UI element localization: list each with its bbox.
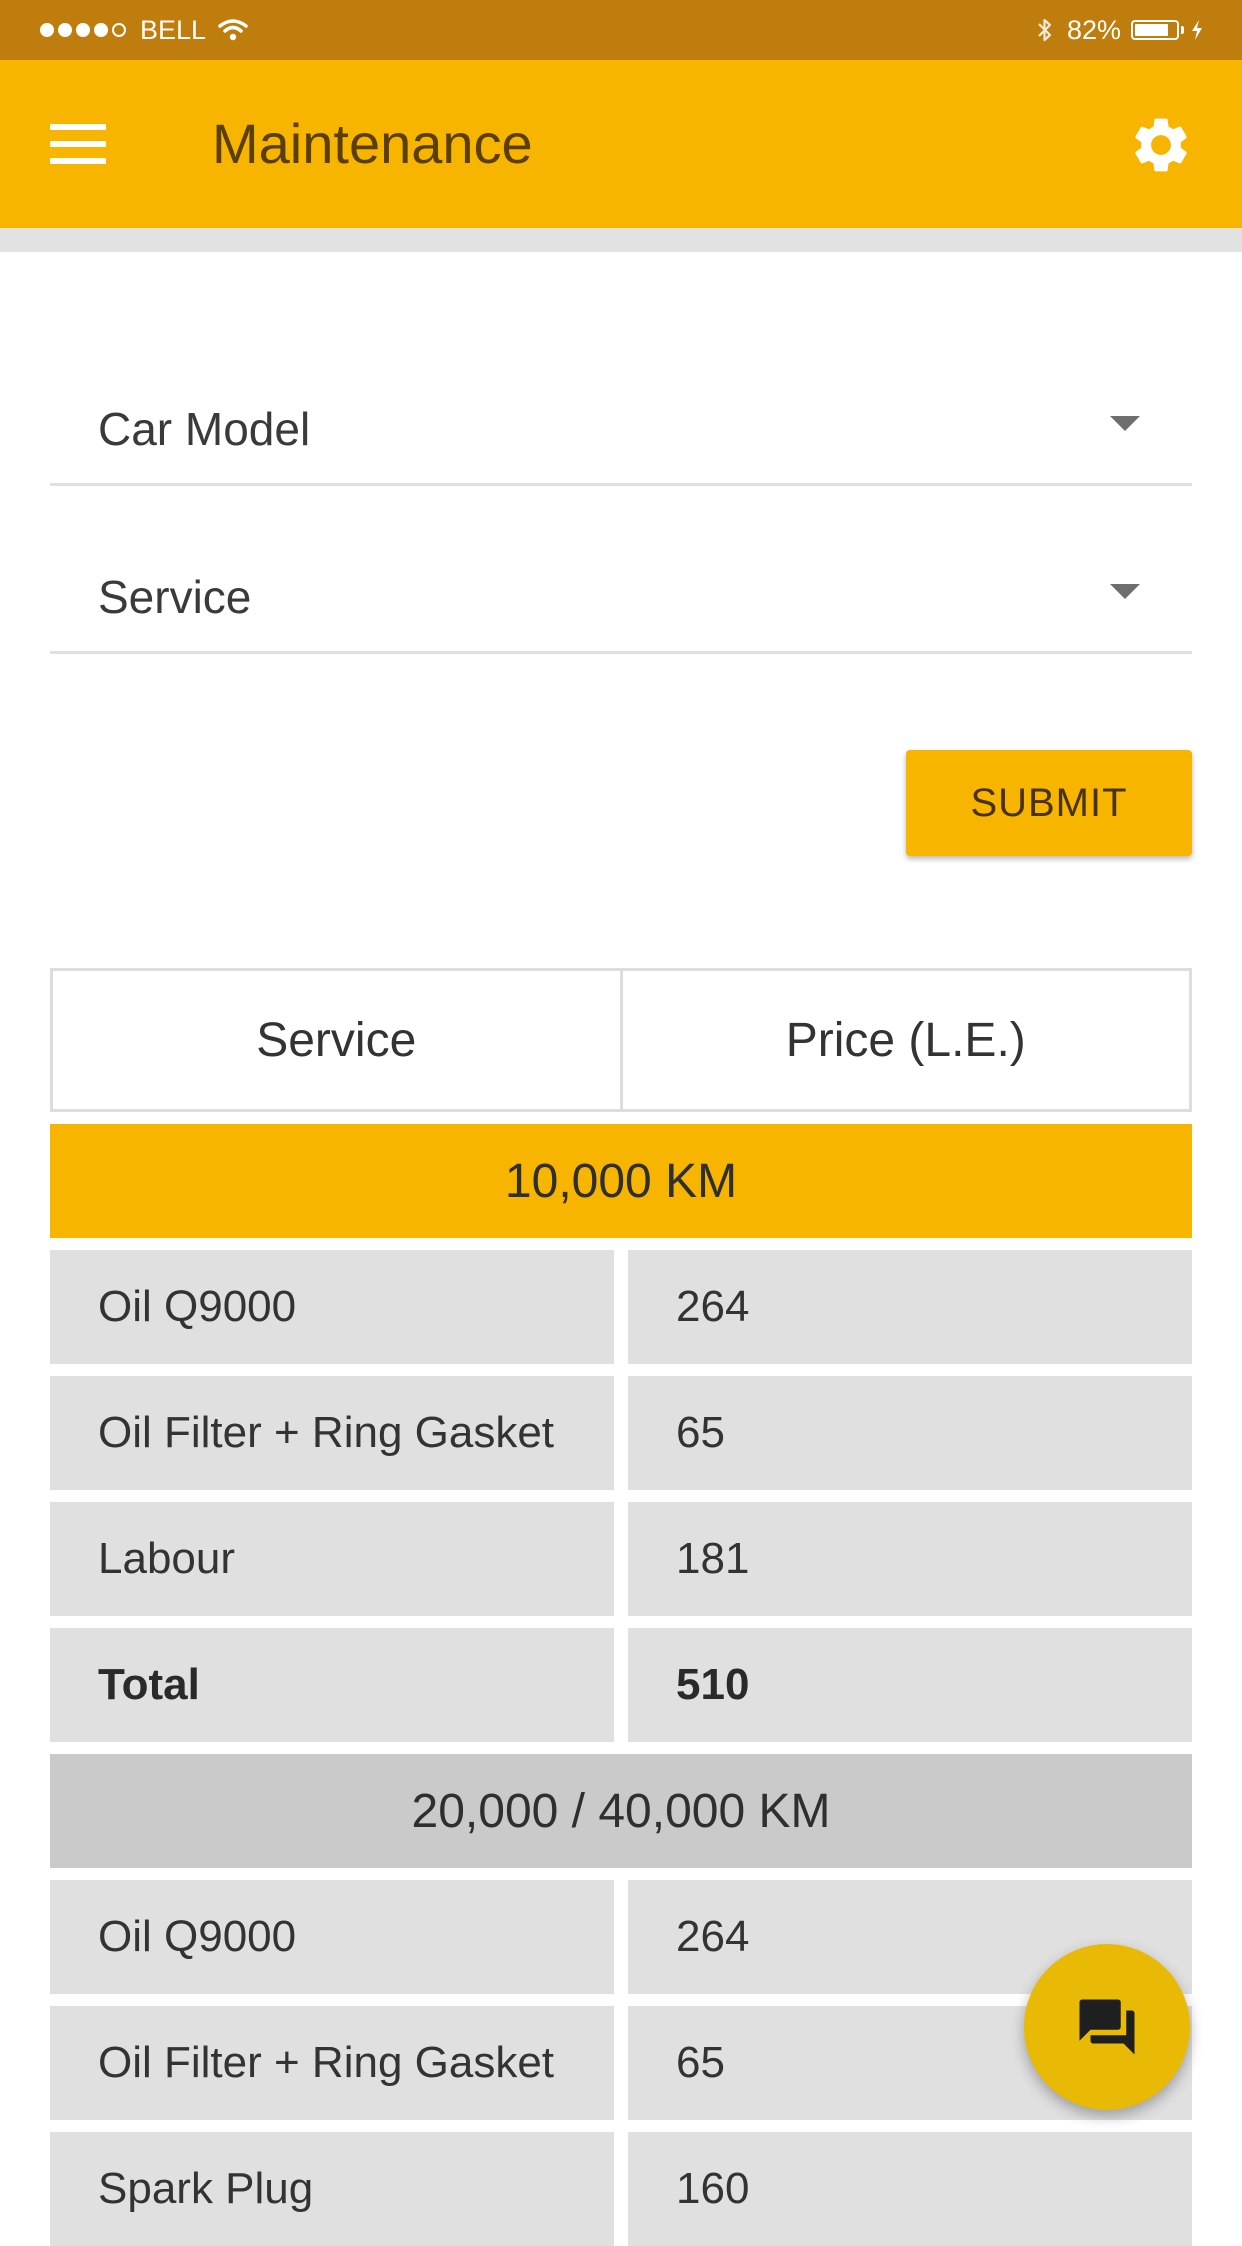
total-label-cell: Total <box>50 1628 614 1742</box>
status-right: 82% <box>1037 0 1204 60</box>
service-dropdown[interactable]: Service <box>50 534 1192 654</box>
charging-bolt-icon <box>1192 20 1202 40</box>
section-header: 20,000 / 40,000 KM <box>50 1754 1192 1868</box>
chevron-down-icon <box>1110 416 1140 431</box>
service-cell: Oil Filter + Ring Gasket <box>50 1376 614 1490</box>
service-cell: Spark Plug <box>50 2132 614 2246</box>
car-model-placeholder: Car Model <box>98 403 311 455</box>
status-bar: BELL 82% <box>0 0 1242 60</box>
signal-dot <box>94 23 108 37</box>
table-row: Oil Q9000 264 <box>50 1250 1192 1364</box>
hamburger-menu-icon[interactable] <box>50 124 106 164</box>
bluetooth-icon <box>1038 18 1052 42</box>
wifi-icon <box>218 19 248 41</box>
table-header: Service Price (L.E.) <box>50 968 1192 1112</box>
signal-dot-empty <box>112 23 126 37</box>
service-cell: Oil Q9000 <box>50 1880 614 1994</box>
menu-bar <box>50 158 106 164</box>
status-left: BELL <box>40 0 248 60</box>
menu-bar <box>50 141 106 147</box>
total-price-cell: 510 <box>628 1628 1192 1742</box>
battery-cap <box>1181 26 1184 34</box>
signal-dots-icon <box>40 23 130 37</box>
section-header: 10,000 KM <box>50 1124 1192 1238</box>
table-row: Oil Filter + Ring Gasket 65 <box>50 1376 1192 1490</box>
price-cell: 65 <box>628 1376 1192 1490</box>
price-cell: 264 <box>628 1250 1192 1364</box>
battery-percent: 82% <box>1066 14 1121 45</box>
service-cell: Labour <box>50 1502 614 1616</box>
service-placeholder: Service <box>98 571 252 623</box>
price-cell: 160 <box>628 2132 1192 2246</box>
gear-icon[interactable] <box>1128 112 1194 178</box>
menu-bar <box>50 124 106 130</box>
chat-forum-icon <box>1079 1999 1135 2055</box>
submit-button[interactable]: SUBMIT <box>906 750 1192 856</box>
carrier-name: BELL <box>140 14 207 45</box>
service-cell: Oil Filter + Ring Gasket <box>50 2006 614 2120</box>
table-row: Spark Plug 160 <box>50 2132 1192 2246</box>
column-header-service: Service <box>256 1013 417 1067</box>
car-model-dropdown[interactable]: Car Model <box>50 366 1192 486</box>
signal-dot <box>76 23 90 37</box>
chat-fab-button[interactable] <box>1024 1944 1190 2110</box>
battery-fill <box>1135 24 1168 36</box>
price-cell: 181 <box>628 1502 1192 1616</box>
chevron-down-icon <box>1110 584 1140 599</box>
table-row: Labour 181 <box>50 1502 1192 1616</box>
service-cell: Oil Q9000 <box>50 1250 614 1364</box>
page-title: Maintenance <box>212 112 533 175</box>
battery-icon <box>1131 20 1179 40</box>
signal-dot <box>40 23 54 37</box>
table-row: Oil Q9000 264 <box>50 1880 1192 1994</box>
column-header-price: Price (L.E.) <box>619 971 1190 1109</box>
app-bar: Maintenance <box>0 60 1242 228</box>
app-bar-shadow <box>0 228 1242 252</box>
table-row-total: Total 510 <box>50 1628 1192 1742</box>
table-row: Oil Filter + Ring Gasket 65 <box>50 2006 1192 2120</box>
signal-dot <box>58 23 72 37</box>
